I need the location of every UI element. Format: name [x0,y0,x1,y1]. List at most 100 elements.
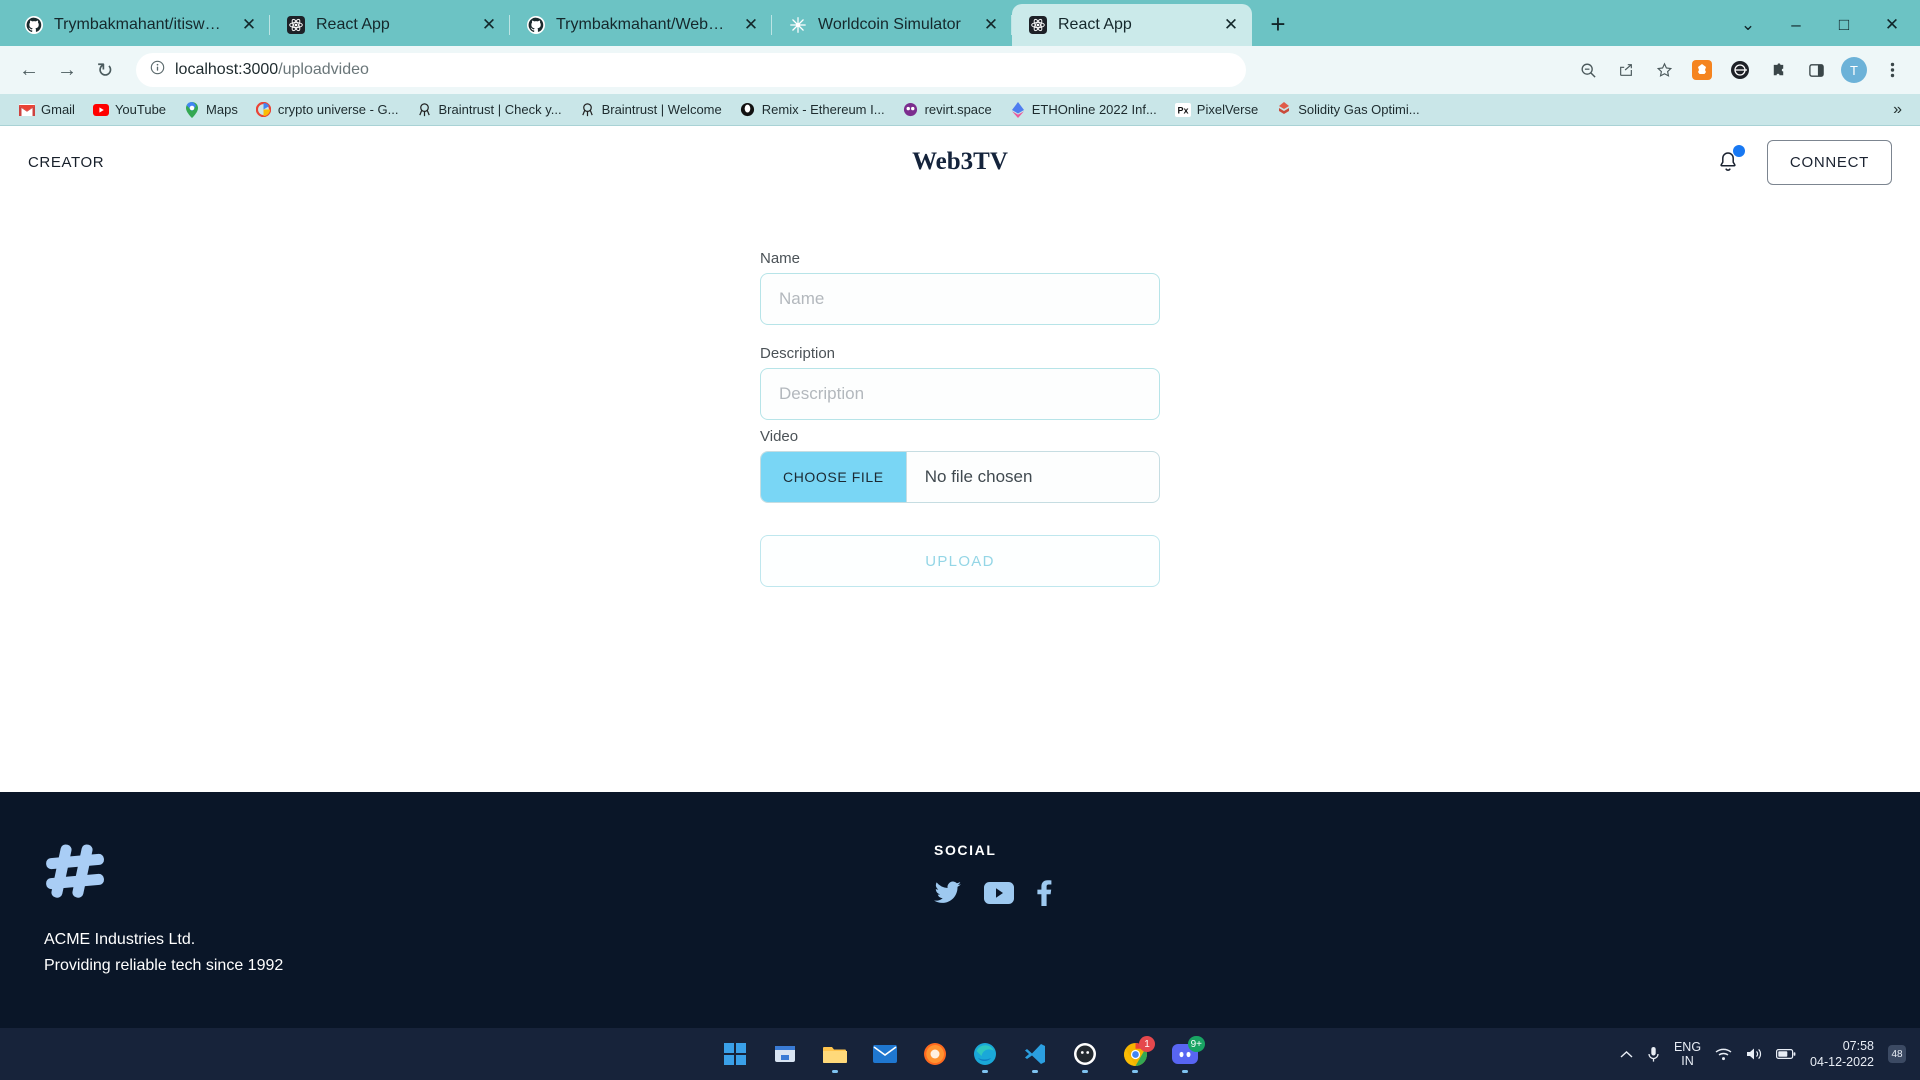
upload-video-form: Name Description Video CHOOSE FILE No fi… [760,250,1160,792]
bookmark-gmail[interactable]: Gmail [10,98,84,122]
side-panel-icon[interactable] [1800,54,1832,86]
new-tab-button[interactable]: + [1258,4,1298,44]
page-title: Web3TV [912,148,1008,175]
reload-icon[interactable]: ↻ [88,53,122,87]
upload-button[interactable]: UPLOAD [760,535,1160,587]
google-icon [256,102,272,118]
bookmark-ethonline[interactable]: ETHOnline 2022 Inf... [1001,98,1166,122]
remix-icon [740,102,756,118]
bookmark-label: Braintrust | Check y... [438,102,562,117]
name-label: Name [760,250,801,267]
file-explorer-icon[interactable] [815,1034,855,1074]
window-controls: ⌄ – □ ✕ [1724,4,1920,46]
address-bar[interactable]: localhost:3000/uploadvideo [136,53,1246,87]
running-indicator [1032,1070,1038,1073]
braintrust-icon [417,102,433,118]
windows-start-icon[interactable] [715,1034,755,1074]
tab-close-icon[interactable]: ✕ [980,14,1002,36]
footer-tagline: Providing reliable tech since 1992 [44,956,284,974]
connect-wallet-button[interactable]: CONNECT [1766,139,1892,185]
windows-taskbar: 1 9+ ENG IN 07:58 04-12-2022 48 [0,1028,1920,1080]
mail-icon[interactable] [865,1034,905,1074]
running-indicator [1082,1070,1088,1073]
url-path: /uploadvideo [278,61,369,78]
three-dot-menu-icon[interactable] [1876,54,1908,86]
profile-avatar[interactable]: T [1838,54,1870,86]
close-window-button[interactable]: ✕ [1868,4,1916,46]
solidity-icon [1276,102,1292,118]
bookmark-revirt[interactable]: revirt.space [894,98,1001,122]
header-actions: CONNECT [1715,139,1892,185]
bookmark-label: Maps [206,102,238,117]
star-icon[interactable] [1648,54,1680,86]
bookmark-label: revirt.space [924,102,992,117]
bookmark-maps[interactable]: Maps [175,98,247,122]
file-picker[interactable]: CHOOSE FILE No file chosen [760,451,1160,503]
restore-down-icon[interactable]: ⌄ [1724,4,1772,46]
google-maps-icon [184,101,200,118]
chrome-icon[interactable]: 1 [1115,1034,1155,1074]
tab-close-icon[interactable]: ✕ [1220,14,1242,36]
video-label: Video [760,428,799,445]
bookmark-braintrust-welcome[interactable]: Braintrust | Welcome [571,98,731,122]
forward-icon[interactable]: → [50,53,84,87]
bookmark-remix[interactable]: Remix - Ethereum I... [731,98,894,122]
browser-tab-3[interactable]: Trymbakmahant/Web3TV ✕ [510,4,772,46]
avatar-initial: T [1841,57,1867,83]
description-input[interactable] [760,368,1160,420]
site-footer: ACME Industries Ltd. Providing reliable … [0,792,1920,1028]
vscode-icon[interactable] [1015,1034,1055,1074]
creator-nav-link[interactable]: CREATOR [28,154,104,171]
screen: Trymbakmahant/itiswhatitis ✕ React App ✕… [0,0,1920,1080]
ethonline-icon [1010,101,1026,118]
pixelverse-icon: Px [1174,102,1191,118]
tab-title: Trymbakmahant/itiswhatitis [54,16,228,33]
browser-tab-4[interactable]: Worldcoin Simulator ✕ [772,4,1012,46]
worldcoin-extension-icon[interactable] [1724,54,1756,86]
tab-strip: Trymbakmahant/itiswhatitis ✕ React App ✕… [0,0,1920,46]
bookmark-pixelverse[interactable]: Px PixelVerse [1166,98,1267,122]
info-circle-icon[interactable] [150,60,165,80]
tab-close-icon[interactable]: ✕ [740,14,762,36]
tab-close-icon[interactable]: ✕ [478,14,500,36]
discord-badge: 9+ [1187,1036,1205,1052]
maximize-button[interactable]: □ [1820,4,1868,46]
browser-tab-1[interactable]: Trymbakmahant/itiswhatitis ✕ [8,4,270,46]
bookmark-braintrust-check[interactable]: Braintrust | Check y... [408,98,571,122]
bookmarks-overflow-button[interactable]: » [1885,101,1910,119]
bookmark-label: ETHOnline 2022 Inf... [1031,102,1157,117]
puzzle-icon[interactable] [1762,54,1794,86]
file-status-text: No file chosen [924,467,1033,486]
facebook-icon[interactable] [1036,880,1052,911]
youtube-icon[interactable] [984,882,1014,909]
youtube-icon [92,102,109,118]
browser-tab-2[interactable]: React App ✕ [270,4,510,46]
minimize-button[interactable]: – [1772,4,1820,46]
bookmark-solidity-gas[interactable]: Solidity Gas Optimi... [1267,98,1428,122]
bookmarks-bar: Gmail YouTube Maps crypto universe - G..… [0,94,1920,126]
firefox-icon[interactable] [915,1034,955,1074]
share-icon[interactable] [1610,54,1642,86]
footer-social-section: SOCIAL [934,842,1052,1028]
name-input[interactable] [760,273,1160,325]
tab-close-icon[interactable]: ✕ [238,14,260,36]
web-page: CREATOR Web3TV CONNECT Name Description … [0,126,1920,1028]
running-indicator [1182,1070,1188,1073]
github-desktop-icon[interactable] [1065,1034,1105,1074]
back-icon[interactable]: ← [12,53,46,87]
browser-tab-5-active[interactable]: React App ✕ [1012,4,1252,46]
bookmark-youtube[interactable]: YouTube [84,98,175,122]
microsoft-store-icon[interactable] [765,1034,805,1074]
choose-file-button[interactable]: CHOOSE FILE [761,452,907,502]
zoom-out-icon[interactable] [1572,54,1604,86]
hash-logo-icon [46,844,104,898]
discord-icon[interactable]: 9+ [1165,1034,1205,1074]
bookmark-crypto-universe[interactable]: crypto universe - G... [247,98,408,122]
running-indicator [1132,1070,1138,1073]
twitter-icon[interactable] [934,881,962,910]
notification-bell-button[interactable] [1715,145,1745,177]
microsoft-edge-icon[interactable] [965,1034,1005,1074]
metamask-icon[interactable] [1686,54,1718,86]
